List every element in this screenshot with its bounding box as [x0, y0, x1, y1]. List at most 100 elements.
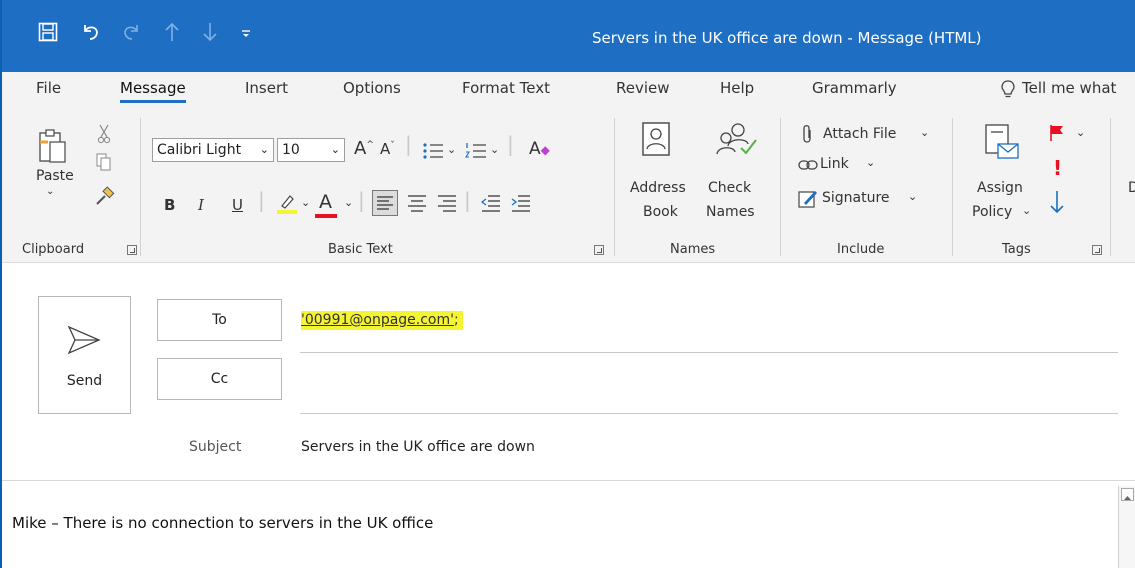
underline-button[interactable]: U	[232, 196, 243, 214]
tab-file[interactable]: File	[36, 79, 61, 97]
paperclip-icon	[803, 125, 811, 143]
align-left-icon	[377, 196, 393, 210]
flag-icon[interactable]	[1048, 124, 1066, 142]
font-size-select[interactable]: 10 ⌄	[277, 138, 345, 162]
separator	[952, 118, 953, 256]
scroll-up-icon	[1124, 496, 1131, 500]
title-bar: Servers in the UK office are down - Mess…	[2, 0, 1135, 72]
tell-me-search[interactable]: Tell me what	[1022, 79, 1116, 97]
basic-text-launcher-icon[interactable]	[594, 245, 604, 255]
names-group-label: Names	[670, 242, 716, 257]
chevron-down-icon[interactable]: ⌄	[301, 196, 310, 209]
format-painter-icon[interactable]	[95, 186, 115, 206]
down-arrow-icon[interactable]	[202, 22, 218, 49]
attach-file-label: Attach File	[823, 126, 897, 142]
grow-font-icon[interactable]: A^	[354, 138, 374, 159]
ribbon: Paste ⌄ Clipboard Calibri Light ⌄ 10 ⌄ A…	[2, 108, 1135, 263]
basic-text-group-label: Basic Text	[328, 242, 393, 257]
address-book-icon[interactable]	[642, 122, 670, 156]
decrease-indent-icon[interactable]	[480, 193, 502, 213]
chevron-down-icon[interactable]: ⌄	[1076, 126, 1085, 139]
separator	[614, 118, 615, 256]
tags-launcher-icon[interactable]	[1092, 245, 1102, 255]
link-icon	[798, 160, 818, 170]
increase-indent-icon[interactable]	[510, 193, 532, 213]
separator: |	[464, 188, 471, 212]
send-label: Send	[66, 373, 103, 389]
cut-icon[interactable]	[97, 124, 111, 144]
check-names-label-2[interactable]: Names	[706, 204, 755, 220]
quick-access-toolbar	[38, 22, 252, 49]
recipient-separator: ;	[454, 312, 459, 328]
separator: |	[507, 132, 514, 156]
paste-icon[interactable]	[38, 128, 68, 164]
font-color-bar	[315, 214, 337, 218]
tags-group-label: Tags	[1002, 242, 1031, 257]
align-right-icon[interactable]	[436, 193, 458, 213]
italic-button[interactable]: I	[198, 196, 204, 214]
clipboard-group-label: Clipboard	[22, 242, 85, 257]
signature-icon	[798, 191, 817, 208]
highlight-color-icon[interactable]	[276, 192, 298, 214]
copy-icon[interactable]	[96, 153, 112, 171]
ribbon-tabs: File Message Insert Options Format Text …	[2, 72, 1135, 108]
bold-button[interactable]: B	[164, 196, 175, 214]
window-title: Servers in the UK office are down - Mess…	[592, 29, 982, 47]
cc-field[interactable]	[300, 413, 1118, 414]
separator	[140, 118, 141, 256]
shrink-font-icon[interactable]: Aˇ	[380, 140, 395, 158]
bullets-icon[interactable]	[422, 142, 444, 160]
check-names-label-1[interactable]: Check	[708, 180, 751, 196]
tab-insert[interactable]: Insert	[245, 79, 288, 97]
assign-policy-label-1[interactable]: Assign	[977, 180, 1023, 196]
paste-label[interactable]: Paste	[36, 168, 74, 184]
chevron-down-icon[interactable]: ⌄	[344, 196, 353, 209]
address-book-label-2[interactable]: Book	[643, 204, 678, 220]
send-button[interactable]: Send	[38, 296, 131, 414]
font-color-button[interactable]: A	[319, 191, 332, 213]
align-left-button[interactable]	[372, 190, 398, 216]
paste-dropdown-icon[interactable]: ⌄	[46, 186, 54, 197]
vertical-scrollbar[interactable]	[1118, 486, 1135, 568]
clear-formatting-icon[interactable]: A◆	[529, 139, 550, 159]
tab-options[interactable]: Options	[343, 79, 401, 97]
include-group-label: Include	[837, 242, 885, 257]
assign-policy-label-2[interactable]: Policy	[972, 204, 1012, 220]
assign-policy-icon[interactable]	[985, 124, 1019, 160]
to-button[interactable]: To	[157, 299, 282, 341]
separator: |	[405, 132, 412, 156]
up-arrow-icon[interactable]	[164, 22, 180, 49]
redo-icon[interactable]	[122, 22, 142, 49]
clipboard-launcher-icon[interactable]	[127, 245, 137, 255]
tab-format-text[interactable]: Format Text	[462, 79, 550, 97]
subject-label: Subject	[189, 439, 242, 455]
chevron-down-icon: ⌄	[908, 190, 918, 203]
tab-help[interactable]: Help	[720, 79, 754, 97]
separator: |	[358, 188, 365, 212]
chevron-down-icon[interactable]: ⌄	[490, 143, 499, 156]
font-name-select[interactable]: Calibri Light ⌄	[152, 138, 274, 162]
numbering-icon[interactable]	[465, 142, 487, 160]
undo-icon[interactable]	[80, 22, 100, 49]
message-body[interactable]: Mike – There is no connection to servers…	[12, 514, 433, 532]
scroll-up-button[interactable]	[1121, 488, 1134, 501]
link-label: Link	[820, 156, 849, 172]
subject-field[interactable]: Servers in the UK office are down	[301, 439, 535, 455]
high-importance-icon[interactable]: !	[1053, 156, 1062, 180]
chevron-down-icon[interactable]: ⌄	[1022, 204, 1031, 217]
cc-button[interactable]: Cc	[157, 358, 282, 400]
low-importance-icon[interactable]	[1050, 190, 1064, 214]
tab-grammarly[interactable]: Grammarly	[812, 79, 897, 97]
chevron-down-icon: ⌄	[330, 143, 340, 156]
tab-message[interactable]: Message	[120, 79, 186, 103]
to-field[interactable]: '00991@onpage.com';	[301, 311, 463, 330]
chevron-down-icon[interactable]: ⌄	[447, 143, 456, 156]
customize-qat-icon[interactable]	[240, 23, 252, 49]
address-book-label-1[interactable]: Address	[630, 180, 686, 196]
save-icon[interactable]	[38, 22, 58, 49]
divider	[2, 480, 1135, 481]
tab-review[interactable]: Review	[616, 79, 670, 97]
check-names-icon[interactable]	[714, 122, 758, 158]
align-center-icon[interactable]	[406, 193, 428, 213]
recipient-address[interactable]: '00991@onpage.com'	[301, 312, 454, 328]
